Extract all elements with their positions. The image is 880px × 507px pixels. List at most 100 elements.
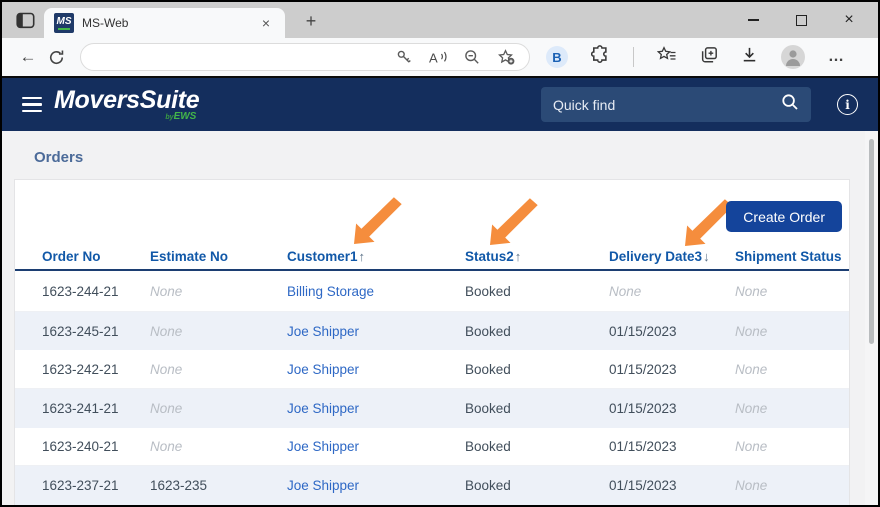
browser-toolbar: ← A B … [2, 38, 878, 78]
column-header-status[interactable]: Status2↑ [465, 249, 609, 264]
cell-customer-link[interactable]: Joe Shipper [287, 439, 465, 454]
favorites-icon[interactable] [656, 46, 677, 68]
table-header-row: Order No Estimate No Customer1↑ Status2↑… [15, 243, 849, 271]
moverssuite-logo: MoversSuite byEWS [54, 85, 200, 122]
logo-brand: MoversSuite [54, 85, 200, 114]
page-title: Orders [34, 149, 84, 166]
bing-b-icon[interactable]: B [546, 46, 568, 68]
scrollbar-track[interactable] [865, 131, 878, 505]
sort-descending-icon: ↓ [703, 248, 710, 264]
cell-shipment-status: None [735, 361, 768, 377]
cell-estimate-no: None [150, 284, 183, 300]
table-row[interactable]: 1623-244-21 None Billing Storage Booked … [15, 273, 849, 312]
column-header-order-no[interactable]: Order No [42, 249, 150, 264]
downloads-icon[interactable] [741, 46, 758, 68]
cell-order-no: 1623-244-21 [42, 284, 119, 300]
toolbar-divider [633, 47, 634, 67]
cell-status: Booked [465, 400, 511, 416]
cell-shipment-status: None [735, 400, 768, 416]
favicon-text: MS [56, 16, 72, 27]
profile-avatar[interactable] [781, 45, 805, 69]
logo-by: by [165, 113, 174, 121]
cell-status: Booked [465, 284, 511, 300]
cell-shipment-status: None [735, 439, 768, 455]
info-icon[interactable]: i [837, 94, 858, 115]
table-row[interactable]: 1623-241-21 None Joe Shipper Booked 01/1… [15, 389, 849, 428]
cell-delivery-date: 01/15/2023 [609, 439, 677, 455]
cell-delivery-date: 01/15/2023 [609, 323, 677, 339]
cell-estimate-no: None [150, 439, 183, 455]
cell-order-no: 1623-240-21 [42, 439, 119, 455]
table-row[interactable]: 1623-242-21 None Joe Shipper Booked 01/1… [15, 350, 849, 390]
column-header-customer[interactable]: Customer1↑ [287, 249, 465, 264]
quick-find-box[interactable] [541, 87, 811, 122]
back-button[interactable]: ← [14, 43, 42, 71]
tab-strip: MS MS-Web × + × [2, 2, 878, 38]
minimize-button[interactable] [744, 11, 762, 29]
toolbar-right-icons: B … [546, 45, 845, 69]
extensions-icon[interactable] [590, 45, 610, 69]
tab-actions-menu-icon[interactable] [14, 9, 36, 31]
cell-estimate-no: None [150, 323, 183, 339]
close-window-button[interactable]: × [840, 11, 858, 29]
cell-status: Booked [465, 361, 511, 377]
tab-close-icon[interactable]: × [257, 14, 275, 32]
orders-card: Create Order Order No Estimate No Custom… [14, 179, 850, 505]
cell-delivery-date: None [609, 284, 642, 300]
table-body: 1623-244-21 None Billing Storage Booked … [15, 273, 849, 505]
cell-customer-link[interactable]: Joe Shipper [287, 478, 465, 493]
cell-customer-link[interactable]: Joe Shipper [287, 362, 465, 377]
cell-order-no: 1623-245-21 [42, 323, 119, 339]
tab-title: MS-Web [82, 16, 129, 30]
search-icon[interactable] [781, 93, 799, 116]
new-tab-button[interactable]: + [299, 9, 323, 33]
table-row[interactable]: 1623-237-21 1623-235 Joe Shipper Booked … [15, 466, 849, 505]
logo-by-ews: byEWS [54, 111, 199, 122]
add-favorite-icon[interactable] [495, 46, 517, 68]
cell-status: Booked [465, 478, 511, 494]
cell-shipment-status: None [735, 323, 768, 339]
maximize-button[interactable] [792, 11, 810, 29]
logo-company: EWS [173, 110, 197, 122]
ms-favicon: MS [54, 13, 74, 33]
cell-order-no: 1623-237-21 [42, 478, 119, 494]
sort-ascending-icon: ↑ [358, 248, 366, 264]
read-aloud-icon[interactable]: A [427, 46, 449, 68]
browser-window: MS MS-Web × + × ← A B … MoversSuite byEW… [0, 0, 880, 507]
cell-customer-link[interactable]: Joe Shipper [287, 401, 465, 416]
cell-customer-link[interactable]: Joe Shipper [287, 324, 465, 339]
column-header-estimate-no[interactable]: Estimate No [150, 249, 287, 264]
column-header-shipment-status[interactable]: Shipment Status [735, 249, 849, 264]
zoom-out-icon[interactable] [461, 46, 483, 68]
collections-icon[interactable] [700, 46, 718, 69]
create-order-button[interactable]: Create Order [726, 201, 842, 232]
refresh-button[interactable] [42, 43, 70, 71]
cell-order-no: 1623-242-21 [42, 361, 119, 377]
window-controls: × [744, 2, 878, 38]
cell-estimate-no: None [150, 361, 183, 377]
address-bar[interactable]: A [80, 43, 530, 71]
tab-ms-web[interactable]: MS MS-Web × [44, 8, 285, 38]
table-row[interactable]: 1623-240-21 None Joe Shipper Booked 01/1… [15, 428, 849, 467]
hamburger-menu-icon[interactable] [22, 96, 42, 113]
cell-estimate-no: None [150, 400, 183, 416]
sort-ascending-icon: ↑ [514, 248, 522, 264]
page-content: Orders Create Order Order No Estimate No… [2, 131, 878, 505]
cell-status: Booked [465, 323, 511, 339]
column-header-delivery-date[interactable]: Delivery Date3↓ [609, 249, 735, 264]
cell-delivery-date: 01/15/2023 [609, 361, 677, 377]
app-header: MoversSuite byEWS i [2, 78, 878, 131]
address-input[interactable] [95, 50, 381, 64]
more-menu-icon[interactable]: … [828, 48, 845, 66]
cell-delivery-date: 01/15/2023 [609, 400, 677, 416]
svg-text:A: A [429, 50, 438, 65]
quick-find-input[interactable] [553, 96, 781, 113]
cell-customer-link[interactable]: Billing Storage [287, 284, 465, 299]
cell-order-no: 1623-241-21 [42, 400, 119, 416]
password-key-icon[interactable] [393, 46, 415, 68]
scrollbar-thumb[interactable] [869, 139, 874, 344]
cell-status: Booked [465, 439, 511, 455]
cell-estimate-no: 1623-235 [150, 478, 208, 494]
table-row[interactable]: 1623-245-21 None Joe Shipper Booked 01/1… [15, 311, 849, 351]
minimize-icon [747, 19, 759, 21]
